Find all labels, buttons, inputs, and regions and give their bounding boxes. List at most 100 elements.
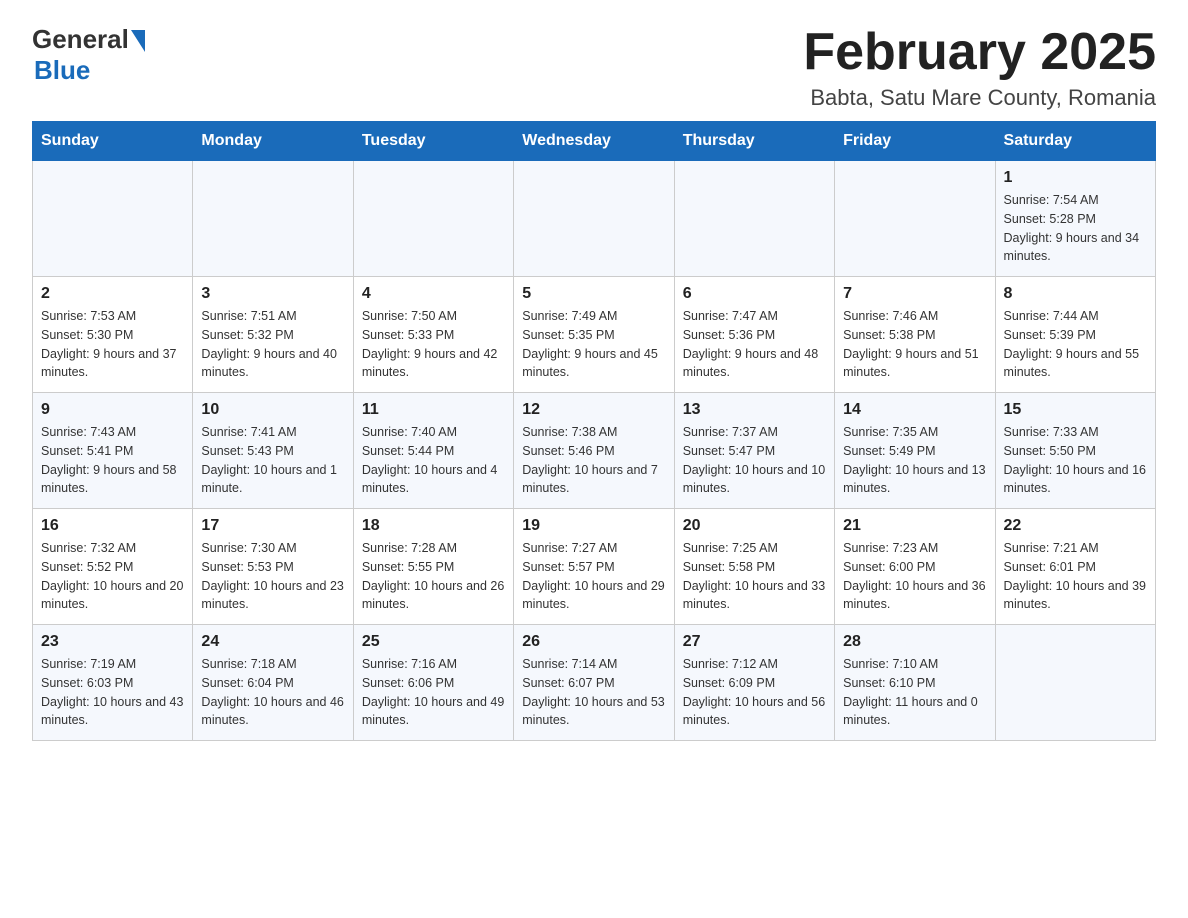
day-info: Sunrise: 7:33 AMSunset: 5:50 PMDaylight:… bbox=[1004, 423, 1147, 498]
calendar-cell: 24 Sunrise: 7:18 AMSunset: 6:04 PMDayligh… bbox=[193, 625, 353, 741]
calendar-cell: 20 Sunrise: 7:25 AMSunset: 5:58 PMDayligh… bbox=[674, 509, 834, 625]
calendar-week-row: 16 Sunrise: 7:32 AMSunset: 5:52 PMDayligh… bbox=[33, 509, 1156, 625]
calendar-cell: 5Sunrise: 7:49 AMSunset: 5:35 PMDaylight… bbox=[514, 277, 674, 393]
day-info: Sunrise: 7:44 AMSunset: 5:39 PMDaylight:… bbox=[1004, 307, 1147, 382]
calendar-table: SundayMondayTuesdayWednesdayThursdayFrid… bbox=[32, 121, 1156, 741]
day-info: Sunrise: 7:49 AMSunset: 5:35 PMDaylight:… bbox=[522, 307, 665, 382]
day-info: Sunrise: 7:19 AMSunset: 6:03 PMDaylight:… bbox=[41, 655, 184, 730]
day-number: 24 bbox=[201, 633, 344, 651]
calendar-cell: 7 Sunrise: 7:46 AMSunset: 5:38 PMDaylight… bbox=[835, 277, 995, 393]
day-info: Sunrise: 7:37 AMSunset: 5:47 PMDaylight:… bbox=[683, 423, 826, 498]
day-number: 2 bbox=[41, 285, 184, 303]
day-number: 16 bbox=[41, 517, 184, 535]
day-number: 10 bbox=[201, 401, 344, 419]
calendar-cell: 16 Sunrise: 7:32 AMSunset: 5:52 PMDayligh… bbox=[33, 509, 193, 625]
day-info: Sunrise: 7:43 AMSunset: 5:41 PMDaylight:… bbox=[41, 423, 184, 498]
day-number: 11 bbox=[362, 401, 505, 419]
calendar-header-row: SundayMondayTuesdayWednesdayThursdayFrid… bbox=[33, 122, 1156, 161]
day-info: Sunrise: 7:12 AMSunset: 6:09 PMDaylight:… bbox=[683, 655, 826, 730]
calendar-cell bbox=[33, 161, 193, 277]
calendar-cell: 18 Sunrise: 7:28 AMSunset: 5:55 PMDayligh… bbox=[353, 509, 513, 625]
calendar-cell bbox=[995, 625, 1155, 741]
day-info: Sunrise: 7:32 AMSunset: 5:52 PMDaylight:… bbox=[41, 539, 184, 614]
day-number: 19 bbox=[522, 517, 665, 535]
page-header: General Blue February 2025 Babta, Satu M… bbox=[32, 24, 1156, 111]
calendar-cell: 25 Sunrise: 7:16 AMSunset: 6:06 PMDayligh… bbox=[353, 625, 513, 741]
calendar-cell: 4 Sunrise: 7:50 AMSunset: 5:33 PMDaylight… bbox=[353, 277, 513, 393]
calendar-cell: 2 Sunrise: 7:53 AMSunset: 5:30 PMDaylight… bbox=[33, 277, 193, 393]
calendar-cell: 8Sunrise: 7:44 AMSunset: 5:39 PMDaylight… bbox=[995, 277, 1155, 393]
day-number: 6 bbox=[683, 285, 826, 303]
day-number: 4 bbox=[362, 285, 505, 303]
calendar-cell: 21Sunrise: 7:23 AMSunset: 6:00 PMDayligh… bbox=[835, 509, 995, 625]
day-number: 13 bbox=[683, 401, 826, 419]
day-number: 23 bbox=[41, 633, 184, 651]
day-info: Sunrise: 7:30 AMSunset: 5:53 PMDaylight:… bbox=[201, 539, 344, 614]
day-info: Sunrise: 7:14 AMSunset: 6:07 PMDaylight:… bbox=[522, 655, 665, 730]
logo-general-text: General bbox=[32, 24, 129, 55]
calendar-cell: 10 Sunrise: 7:41 AMSunset: 5:43 PMDayligh… bbox=[193, 393, 353, 509]
day-header-thursday: Thursday bbox=[674, 122, 834, 161]
calendar-cell: 27 Sunrise: 7:12 AMSunset: 6:09 PMDayligh… bbox=[674, 625, 834, 741]
day-info: Sunrise: 7:25 AMSunset: 5:58 PMDaylight:… bbox=[683, 539, 826, 614]
day-header-wednesday: Wednesday bbox=[514, 122, 674, 161]
calendar-cell: 6Sunrise: 7:47 AMSunset: 5:36 PMDaylight… bbox=[674, 277, 834, 393]
day-info: Sunrise: 7:54 AMSunset: 5:28 PMDaylight:… bbox=[1004, 191, 1147, 266]
calendar-cell: 14 Sunrise: 7:35 AMSunset: 5:49 PMDayligh… bbox=[835, 393, 995, 509]
day-number: 21 bbox=[843, 517, 986, 535]
calendar-cell: 12 Sunrise: 7:38 AMSunset: 5:46 PMDayligh… bbox=[514, 393, 674, 509]
calendar-cell bbox=[353, 161, 513, 277]
day-header-tuesday: Tuesday bbox=[353, 122, 513, 161]
day-info: Sunrise: 7:21 AMSunset: 6:01 PMDaylight:… bbox=[1004, 539, 1147, 614]
day-header-friday: Friday bbox=[835, 122, 995, 161]
calendar-cell: 19 Sunrise: 7:27 AMSunset: 5:57 PMDayligh… bbox=[514, 509, 674, 625]
calendar-cell: 3 Sunrise: 7:51 AMSunset: 5:32 PMDaylight… bbox=[193, 277, 353, 393]
calendar-week-row: 9 Sunrise: 7:43 AMSunset: 5:41 PMDaylight… bbox=[33, 393, 1156, 509]
day-number: 9 bbox=[41, 401, 184, 419]
day-info: Sunrise: 7:40 AMSunset: 5:44 PMDaylight:… bbox=[362, 423, 505, 498]
calendar-cell: 11 Sunrise: 7:40 AMSunset: 5:44 PMDayligh… bbox=[353, 393, 513, 509]
day-number: 26 bbox=[522, 633, 665, 651]
day-header-sunday: Sunday bbox=[33, 122, 193, 161]
calendar-cell: 28Sunrise: 7:10 AMSunset: 6:10 PMDayligh… bbox=[835, 625, 995, 741]
calendar-week-row: 23 Sunrise: 7:19 AMSunset: 6:03 PMDayligh… bbox=[33, 625, 1156, 741]
day-info: Sunrise: 7:10 AMSunset: 6:10 PMDaylight:… bbox=[843, 655, 986, 730]
day-number: 3 bbox=[201, 285, 344, 303]
day-number: 20 bbox=[683, 517, 826, 535]
day-number: 7 bbox=[843, 285, 986, 303]
day-info: Sunrise: 7:27 AMSunset: 5:57 PMDaylight:… bbox=[522, 539, 665, 614]
day-info: Sunrise: 7:41 AMSunset: 5:43 PMDaylight:… bbox=[201, 423, 344, 498]
day-info: Sunrise: 7:18 AMSunset: 6:04 PMDaylight:… bbox=[201, 655, 344, 730]
location-title: Babta, Satu Mare County, Romania bbox=[803, 85, 1156, 111]
calendar-cell: 26 Sunrise: 7:14 AMSunset: 6:07 PMDayligh… bbox=[514, 625, 674, 741]
day-info: Sunrise: 7:35 AMSunset: 5:49 PMDaylight:… bbox=[843, 423, 986, 498]
calendar-cell: 13 Sunrise: 7:37 AMSunset: 5:47 PMDayligh… bbox=[674, 393, 834, 509]
title-block: February 2025 Babta, Satu Mare County, R… bbox=[803, 24, 1156, 111]
day-number: 27 bbox=[683, 633, 826, 651]
day-info: Sunrise: 7:50 AMSunset: 5:33 PMDaylight:… bbox=[362, 307, 505, 382]
day-number: 18 bbox=[362, 517, 505, 535]
logo-arrow-icon bbox=[131, 30, 145, 52]
day-number: 17 bbox=[201, 517, 344, 535]
month-title: February 2025 bbox=[803, 24, 1156, 81]
day-number: 12 bbox=[522, 401, 665, 419]
day-header-monday: Monday bbox=[193, 122, 353, 161]
calendar-cell: 15Sunrise: 7:33 AMSunset: 5:50 PMDayligh… bbox=[995, 393, 1155, 509]
day-number: 1 bbox=[1004, 169, 1147, 187]
day-info: Sunrise: 7:51 AMSunset: 5:32 PMDaylight:… bbox=[201, 307, 344, 382]
day-number: 14 bbox=[843, 401, 986, 419]
calendar-cell: 9 Sunrise: 7:43 AMSunset: 5:41 PMDaylight… bbox=[33, 393, 193, 509]
day-info: Sunrise: 7:28 AMSunset: 5:55 PMDaylight:… bbox=[362, 539, 505, 614]
day-info: Sunrise: 7:38 AMSunset: 5:46 PMDaylight:… bbox=[522, 423, 665, 498]
day-header-saturday: Saturday bbox=[995, 122, 1155, 161]
day-number: 25 bbox=[362, 633, 505, 651]
calendar-cell: 1 Sunrise: 7:54 AMSunset: 5:28 PMDaylight… bbox=[995, 161, 1155, 277]
day-info: Sunrise: 7:16 AMSunset: 6:06 PMDaylight:… bbox=[362, 655, 505, 730]
calendar-week-row: 2 Sunrise: 7:53 AMSunset: 5:30 PMDaylight… bbox=[33, 277, 1156, 393]
day-number: 22 bbox=[1004, 517, 1147, 535]
calendar-cell bbox=[835, 161, 995, 277]
logo-blue-text: Blue bbox=[34, 55, 90, 86]
logo: General Blue bbox=[32, 24, 145, 86]
day-info: Sunrise: 7:46 AMSunset: 5:38 PMDaylight:… bbox=[843, 307, 986, 382]
day-info: Sunrise: 7:53 AMSunset: 5:30 PMDaylight:… bbox=[41, 307, 184, 382]
